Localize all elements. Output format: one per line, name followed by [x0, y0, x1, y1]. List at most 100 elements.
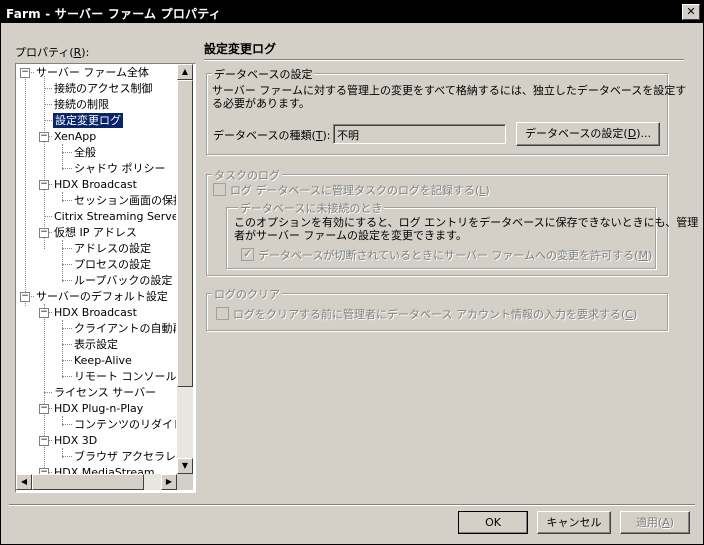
- tree-item[interactable]: クライアントの自動再接続: [74, 321, 176, 336]
- tree-line: [44, 76, 45, 249]
- allow-changes-label: データベースが切断されているときにサーバー ファームへの変更を許可する(M): [258, 247, 652, 263]
- database-settings-button-key: D: [627, 127, 637, 140]
- tree-item[interactable]: Citrix Streaming Server: [54, 209, 176, 224]
- tree-item[interactable]: シャドウ ポリシー: [74, 161, 166, 176]
- tree-item[interactable]: 接続の制限: [54, 97, 109, 112]
- tree-line: [62, 200, 72, 201]
- clear-log-label-key: C: [625, 308, 633, 321]
- tree-line: [62, 376, 72, 377]
- tree-item[interactable]: コンテンツのリダイレクト: [74, 417, 176, 432]
- tree-line: [44, 104, 52, 105]
- allow-changes-checkbox[interactable]: ✓: [241, 247, 254, 261]
- allow-changes-label-suffix: ): [647, 249, 653, 262]
- scroll-left-arrow-icon[interactable]: ◀: [16, 474, 32, 490]
- window-title: Farm - サーバー ファーム プロパティ: [6, 7, 221, 21]
- tree-line: [62, 424, 72, 425]
- tree-item[interactable]: リモート コンソール接続: [74, 369, 176, 384]
- tree-item[interactable]: 仮想 IP アドレス: [54, 225, 137, 240]
- log-tasks-checkbox[interactable]: [213, 183, 226, 196]
- properties-label-text: プロパティ(: [15, 46, 74, 59]
- tree-collapse-icon[interactable]: −: [39, 180, 49, 190]
- tree-item[interactable]: HDX MediaStream: [54, 465, 155, 474]
- ok-button[interactable]: OK: [458, 511, 528, 534]
- database-type-field: 不明: [333, 124, 506, 144]
- tree-line: [62, 328, 72, 329]
- check-mark-icon: ✓: [243, 247, 253, 260]
- scroll-down-arrow-icon[interactable]: ▼: [177, 458, 193, 474]
- database-description-line2: る必要があります。: [212, 97, 310, 110]
- tree-line: [44, 216, 52, 217]
- tree-line: [62, 456, 72, 457]
- tree-collapse-icon[interactable]: −: [39, 228, 49, 238]
- page-title: 設定変更ログ: [204, 42, 277, 56]
- title-bar[interactable]: Farm - サーバー ファーム プロパティ ✕: [1, 1, 703, 23]
- offline-description-line2: 者がサーバー ファームの設定を変更できます。: [234, 229, 467, 242]
- tree-line: [44, 304, 45, 474]
- clear-log-label-text: ログをクリアする前に管理者にデータベース アカウント情報の入力を要求する(: [233, 308, 626, 321]
- tree-item[interactable]: アドレスの設定: [74, 241, 151, 256]
- tree-collapse-icon[interactable]: −: [39, 404, 49, 414]
- tree-item[interactable]: 表示設定: [74, 337, 118, 352]
- tree-item[interactable]: ライセンス サーバー: [54, 385, 156, 400]
- close-button[interactable]: ✕: [682, 4, 700, 20]
- tree-item[interactable]: 設定変更ログ: [52, 112, 124, 129]
- tree-item[interactable]: 全般: [74, 145, 96, 160]
- tree-item[interactable]: Keep-Alive: [74, 353, 132, 368]
- apply-button[interactable]: 適用(A): [620, 511, 690, 534]
- tree-line: [62, 344, 72, 345]
- tree-item[interactable]: サーバー ファーム全体: [36, 65, 149, 80]
- scroll-up-arrow-icon[interactable]: ▲: [177, 64, 193, 80]
- tree-line: [25, 76, 26, 306]
- tree-line: [62, 264, 72, 265]
- properties-window: Farm - サーバー ファーム プロパティ ✕ プロパティ(R): サーバー …: [0, 0, 704, 545]
- tree-line: [62, 360, 72, 361]
- database-settings-button[interactable]: データベースの設定(D)...: [516, 122, 660, 146]
- title-separator: [204, 59, 684, 61]
- log-tasks-label-text: ログ データベースに管理タスクのログを記録する(: [230, 184, 480, 197]
- properties-label: プロパティ(R):: [15, 44, 89, 60]
- tree-collapse-icon[interactable]: −: [39, 308, 49, 318]
- tree-vertical-scrollbar[interactable]: ▲ ▼: [177, 64, 193, 474]
- clear-log-label: ログをクリアする前に管理者にデータベース アカウント情報の入力を要求する(C): [233, 306, 637, 322]
- tree-item[interactable]: ループバックの設定: [74, 273, 172, 288]
- tree-line: [44, 392, 52, 393]
- allow-changes-label-text: データベースが切断されているときにサーバー ファームへの変更を許可する(: [258, 249, 639, 262]
- tree-content: サーバー ファーム全体 接続のアクセス制御 接続の制限 設定変更ログ XenApp 全般シ…: [16, 64, 176, 474]
- tree-item[interactable]: ブラウザ アクセラレーション: [74, 449, 176, 464]
- tree-item[interactable]: XenApp: [54, 129, 96, 144]
- clear-log-group-title: ログのクリア: [212, 286, 282, 302]
- properties-tree[interactable]: サーバー ファーム全体 接続のアクセス制御 接続の制限 設定変更ログ XenApp 全般シ…: [15, 63, 196, 493]
- apply-button-text: 適用(: [635, 516, 663, 529]
- tree-vertical-scroll-thumb[interactable]: [177, 80, 193, 387]
- database-type-value: 不明: [337, 129, 359, 142]
- database-type-label: データベースの種類(T):: [213, 127, 330, 143]
- tree-item[interactable]: 接続のアクセス制御: [54, 81, 152, 96]
- tree-item[interactable]: HDX Broadcast: [54, 177, 137, 192]
- tree-item[interactable]: HDX Broadcast: [54, 305, 137, 320]
- clear-log-checkbox[interactable]: [216, 307, 229, 320]
- database-settings-group-title: データベースの設定: [212, 66, 315, 82]
- properties-label-suffix: ):: [81, 46, 90, 59]
- tree-collapse-icon[interactable]: −: [39, 132, 49, 142]
- tree-line: [44, 88, 52, 89]
- footer-separator: [9, 504, 695, 506]
- tree-line: [62, 152, 72, 153]
- tree-horizontal-scrollbar[interactable]: ◀ ▶: [16, 474, 177, 490]
- tree-line: [62, 240, 63, 282]
- database-type-label-suffix: ):: [322, 129, 331, 142]
- scroll-right-arrow-icon[interactable]: ▶: [161, 474, 177, 490]
- cancel-button[interactable]: キャンセル: [537, 511, 611, 534]
- tree-item[interactable]: セッション画面の保持: [74, 193, 176, 208]
- apply-button-key: A: [662, 516, 670, 529]
- tree-collapse-icon[interactable]: −: [20, 68, 30, 78]
- tree-item[interactable]: プロセスの設定: [74, 257, 151, 272]
- tree-collapse-icon[interactable]: −: [39, 436, 49, 446]
- tree-item[interactable]: HDX Plug-n-Play: [54, 401, 143, 416]
- tree-item[interactable]: サーバーのデフォルト設定: [36, 289, 168, 304]
- clear-log-label-suffix: ): [632, 308, 638, 321]
- tree-collapse-icon[interactable]: −: [20, 292, 30, 302]
- apply-button-suffix: ): [669, 516, 675, 529]
- scrollbar-corner: [177, 474, 193, 490]
- tree-item[interactable]: HDX 3D: [54, 433, 97, 448]
- tree-horizontal-scroll-thumb[interactable]: [32, 474, 144, 490]
